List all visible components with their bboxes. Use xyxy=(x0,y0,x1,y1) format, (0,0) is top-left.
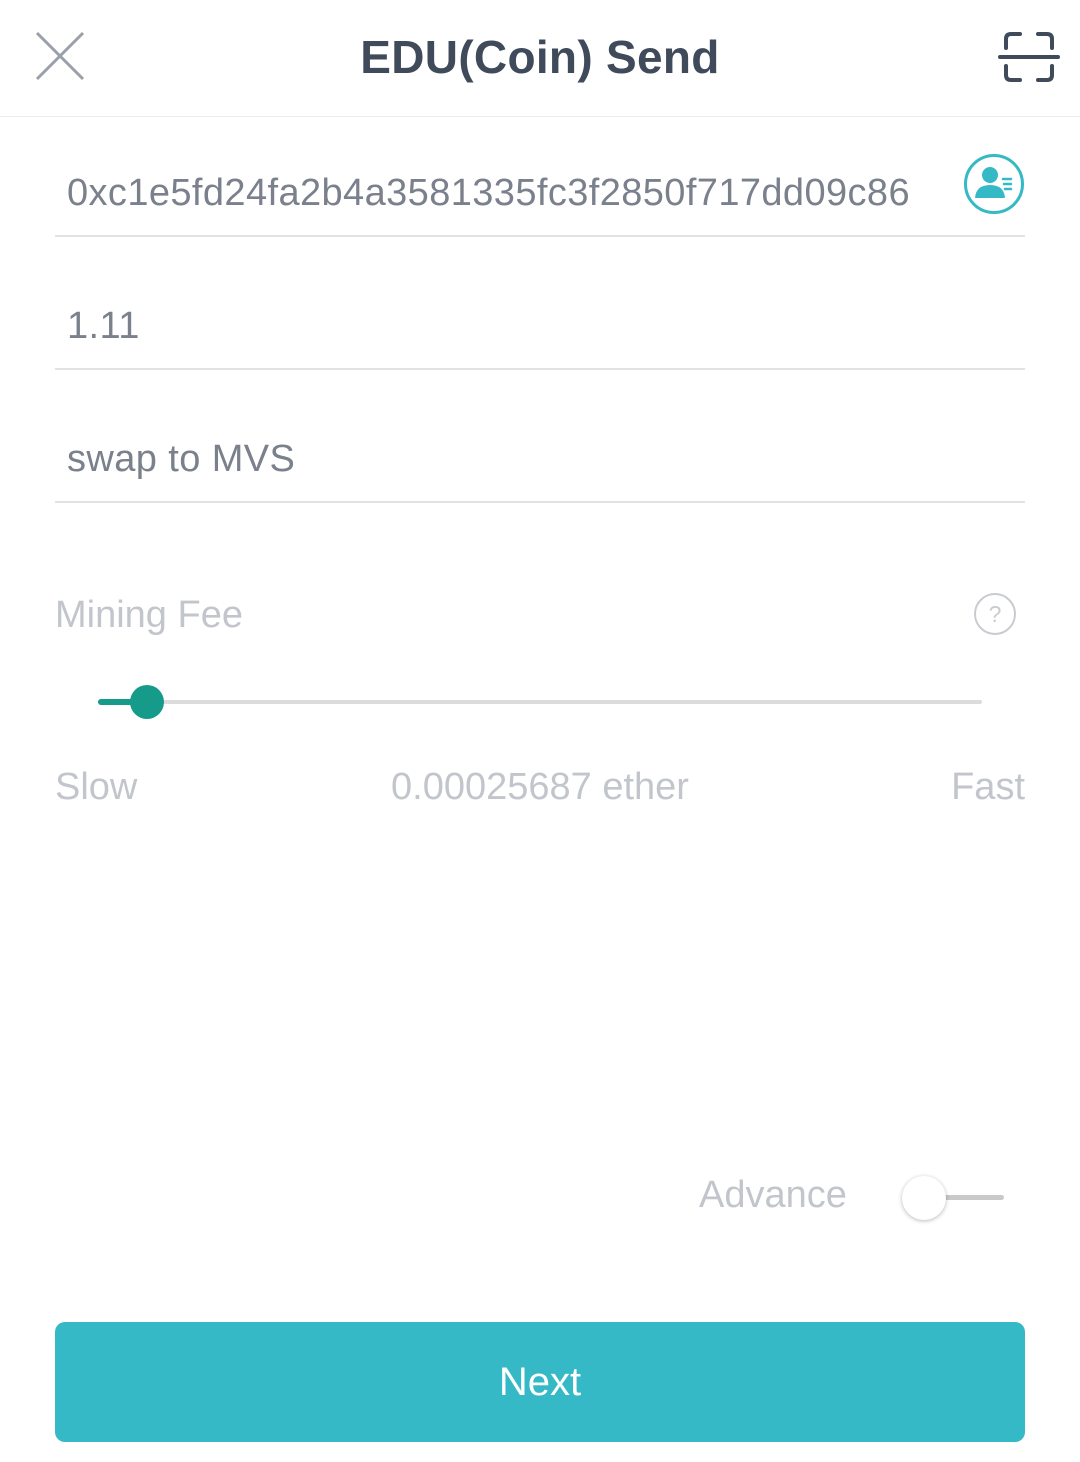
next-button[interactable]: Next xyxy=(55,1322,1025,1442)
contacts-icon xyxy=(964,154,1024,214)
address-value: 0xc1e5fd24fa2b4a3581335fc3f2850f717dd09c… xyxy=(67,172,911,214)
amount-field[interactable]: 1.11 xyxy=(55,250,1025,370)
scan-qr-icon xyxy=(998,32,1060,82)
send-screen: EDU(Coin) Send 0xc1e5fd24fa2b4a3581335fc… xyxy=(0,0,1080,1462)
fee-row: Slow 0.00025687 ether Fast xyxy=(55,766,1025,816)
header-bar: EDU(Coin) Send xyxy=(0,0,1080,117)
advance-toggle[interactable] xyxy=(900,1174,1004,1222)
mining-fee-label: Mining Fee xyxy=(55,594,243,636)
toggle-knob xyxy=(902,1176,946,1220)
scan-button[interactable] xyxy=(998,26,1060,88)
fee-amount: 0.00025687 ether xyxy=(391,766,689,808)
address-field[interactable]: 0xc1e5fd24fa2b4a3581335fc3f2850f717dd09c… xyxy=(55,117,1025,237)
slider-track xyxy=(98,700,982,704)
slider-thumb[interactable] xyxy=(130,685,164,719)
svg-text:?: ? xyxy=(989,601,1002,627)
help-icon: ? xyxy=(974,593,1016,635)
contacts-button[interactable] xyxy=(963,153,1025,215)
page-title: EDU(Coin) Send xyxy=(360,31,720,83)
memo-value: swap to MVS xyxy=(67,438,296,480)
help-button[interactable]: ? xyxy=(973,592,1017,636)
memo-field[interactable]: swap to MVS xyxy=(55,383,1025,503)
mining-fee-slider[interactable] xyxy=(98,684,982,720)
advance-label: Advance xyxy=(699,1174,847,1216)
amount-value: 1.11 xyxy=(67,305,140,347)
fast-label: Fast xyxy=(951,766,1025,808)
